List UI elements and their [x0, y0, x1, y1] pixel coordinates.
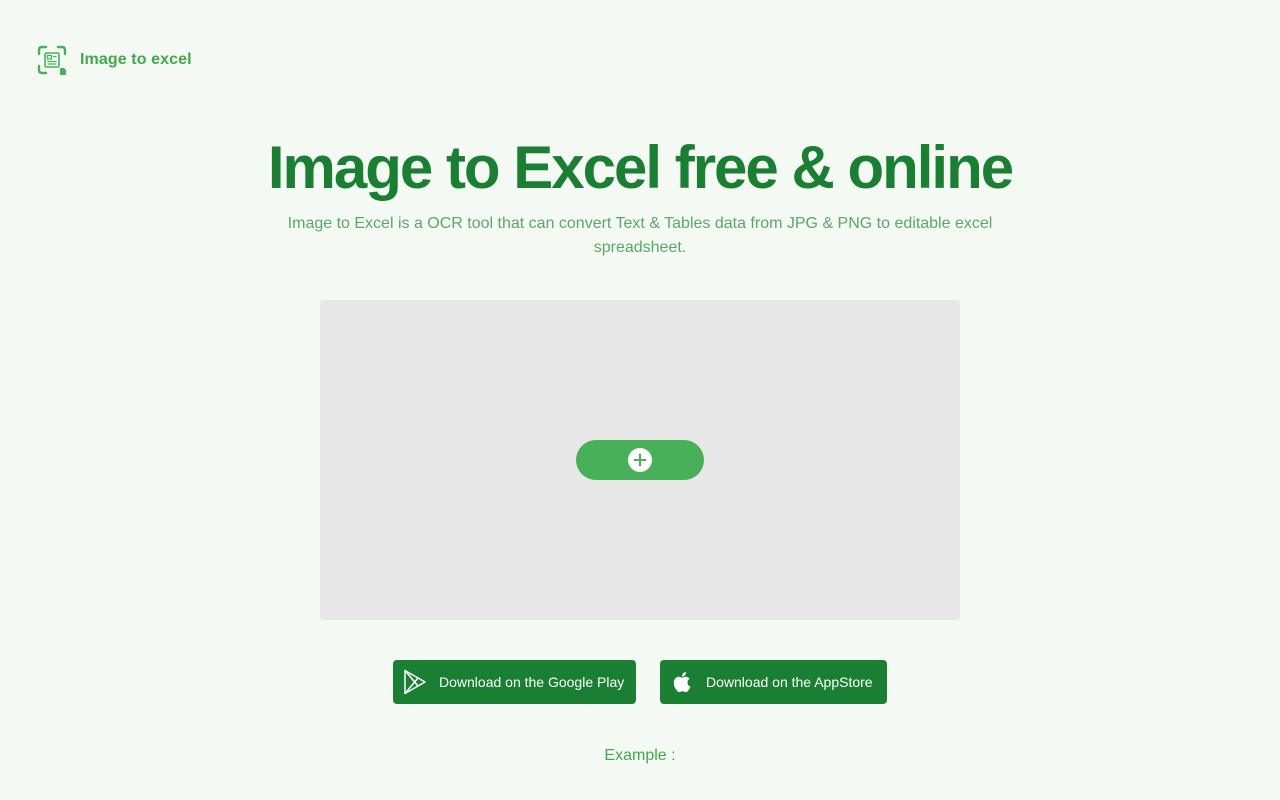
- document-scan-icon: [37, 45, 67, 75]
- upload-dropzone[interactable]: [320, 300, 960, 620]
- plus-icon: [628, 448, 652, 472]
- app-store-label: Download on the AppStore: [706, 674, 873, 690]
- page: Image to excel Image to Excel free & onl…: [0, 0, 1280, 800]
- apple-icon: [673, 672, 691, 693]
- app-store-button[interactable]: Download on the AppStore: [660, 660, 887, 704]
- google-play-button[interactable]: Download on the Google Play: [393, 660, 636, 704]
- store-buttons: Download on the Google Play Download on …: [0, 660, 1280, 704]
- page-title: Image to Excel free & online: [267, 134, 1014, 201]
- logo-text: Image to excel: [80, 51, 192, 68]
- upload-button[interactable]: [576, 440, 704, 480]
- page-subtitle: Image to Excel is a OCR tool that can co…: [287, 215, 993, 256]
- logo-link[interactable]: Image to excel: [36, 44, 192, 76]
- google-play-icon: [404, 669, 426, 695]
- example-label: Example :: [604, 747, 676, 764]
- google-play-label: Download on the Google Play: [439, 674, 625, 690]
